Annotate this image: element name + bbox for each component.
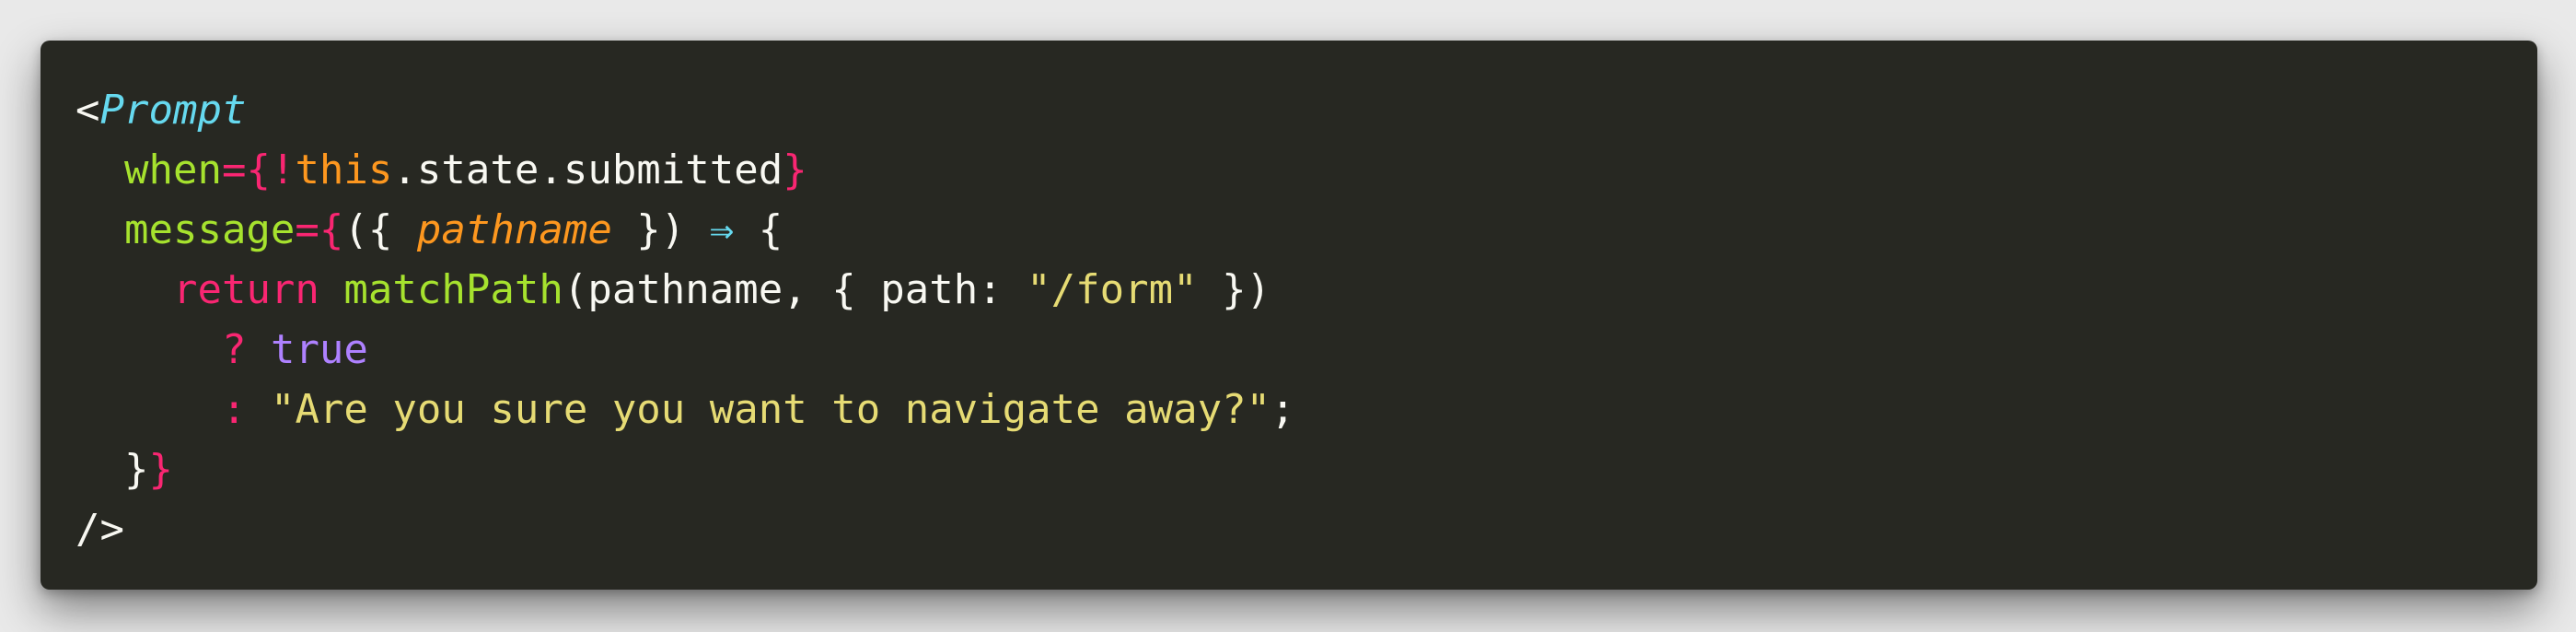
token: } bbox=[148, 446, 173, 493]
code-block[interactable]: <Prompt when={!this.state.submitted} mes… bbox=[75, 80, 1295, 559]
token: { bbox=[734, 206, 783, 253]
token: Prompt bbox=[99, 87, 247, 134]
code-window: <Prompt when={!this.state.submitted} mes… bbox=[41, 41, 2537, 590]
token: /> bbox=[75, 506, 124, 553]
token: when bbox=[123, 146, 222, 193]
token: ? bbox=[221, 326, 247, 373]
token: message bbox=[123, 206, 296, 253]
code-line-1: <Prompt bbox=[75, 80, 1295, 140]
code-line-5: ? true bbox=[75, 320, 1295, 380]
token: matchPath bbox=[343, 266, 563, 313]
token: : bbox=[221, 386, 247, 433]
token: "/form" bbox=[1027, 266, 1198, 313]
code-line-2: when={!this.state.submitted} bbox=[75, 140, 1295, 200]
arrow-token: ⇒ bbox=[709, 206, 735, 253]
token: < bbox=[75, 87, 100, 134]
code-line-4: return matchPath(pathname, { path: "/for… bbox=[75, 260, 1295, 320]
token: this bbox=[295, 146, 393, 193]
token: ({ bbox=[343, 206, 417, 253]
code-line-3: message={({ pathname }) ⇒ { bbox=[75, 200, 1295, 260]
token: } bbox=[123, 446, 149, 493]
code-line-7: }} bbox=[75, 439, 1295, 499]
token: }) bbox=[1197, 266, 1271, 313]
token: return bbox=[172, 266, 319, 313]
token: ={ bbox=[221, 146, 271, 193]
token: pathname bbox=[416, 206, 612, 253]
token: ; bbox=[1271, 386, 1295, 433]
token: .state.submitted bbox=[392, 146, 783, 193]
token: }) bbox=[611, 206, 710, 253]
token: "Are you sure you want to navigate away?… bbox=[270, 386, 1271, 433]
token: } bbox=[783, 146, 807, 193]
token: (pathname, { path: bbox=[563, 266, 1027, 313]
token: ={ bbox=[295, 206, 344, 253]
token: true bbox=[270, 326, 368, 373]
code-line-6: : "Are you sure you want to navigate awa… bbox=[75, 380, 1295, 439]
code-line-8: /> bbox=[75, 499, 1295, 559]
token: ! bbox=[270, 146, 296, 193]
